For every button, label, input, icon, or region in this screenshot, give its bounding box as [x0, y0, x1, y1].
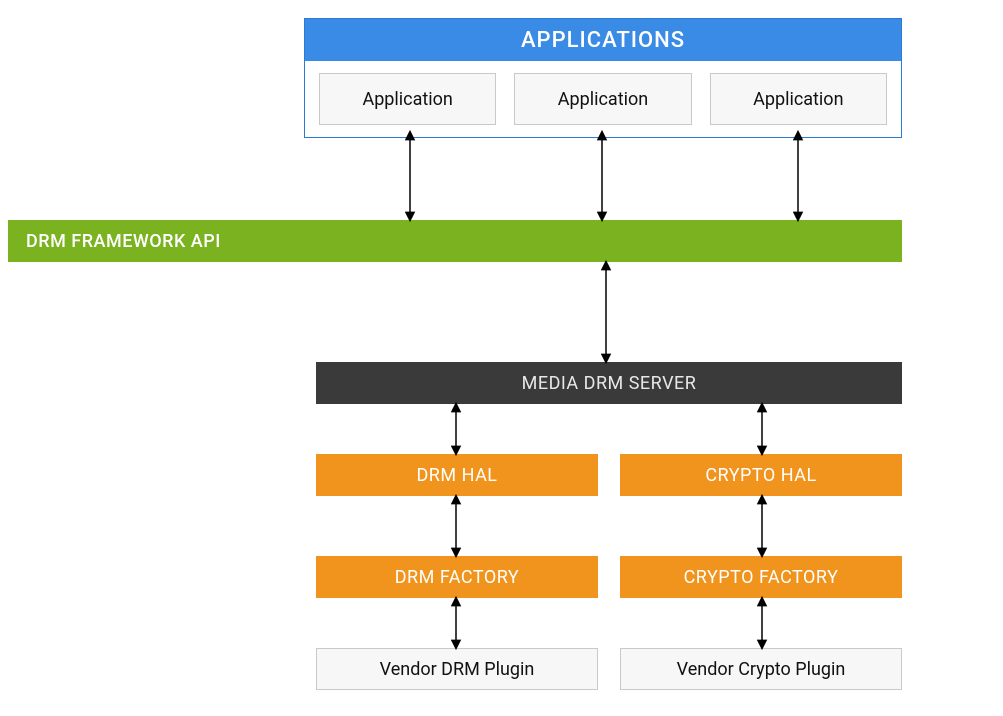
media-drm-server-label: MEDIA DRM SERVER — [522, 373, 697, 394]
application-card: Application — [514, 73, 691, 125]
drm-framework-api-bar: DRM FRAMEWORK API — [8, 220, 902, 262]
applications-group: APPLICATIONS Application Application App… — [304, 18, 902, 138]
application-card: Application — [319, 73, 496, 125]
drm-framework-api-label: DRM FRAMEWORK API — [26, 231, 221, 252]
vendor-crypto-plugin-label: Vendor Crypto Plugin — [677, 659, 846, 680]
drm-hal-label: DRM HAL — [416, 465, 497, 486]
vendor-drm-plugin-box: Vendor DRM Plugin — [316, 648, 598, 690]
application-label: Application — [362, 89, 452, 110]
media-drm-server-bar: MEDIA DRM SERVER — [316, 362, 902, 404]
vendor-crypto-plugin-box: Vendor Crypto Plugin — [620, 648, 902, 690]
crypto-factory-label: CRYPTO FACTORY — [684, 567, 839, 588]
application-label: Application — [558, 89, 648, 110]
application-label: Application — [753, 89, 843, 110]
vendor-drm-plugin-label: Vendor DRM Plugin — [380, 659, 535, 680]
applications-body: Application Application Application — [305, 61, 901, 137]
crypto-hal-bar: CRYPTO HAL — [620, 454, 902, 496]
application-card: Application — [710, 73, 887, 125]
crypto-hal-label: CRYPTO HAL — [705, 465, 816, 486]
drm-hal-bar: DRM HAL — [316, 454, 598, 496]
crypto-factory-bar: CRYPTO FACTORY — [620, 556, 902, 598]
applications-title: APPLICATIONS — [521, 28, 685, 53]
drm-factory-label: DRM FACTORY — [395, 567, 520, 588]
applications-header: APPLICATIONS — [305, 19, 901, 61]
drm-factory-bar: DRM FACTORY — [316, 556, 598, 598]
